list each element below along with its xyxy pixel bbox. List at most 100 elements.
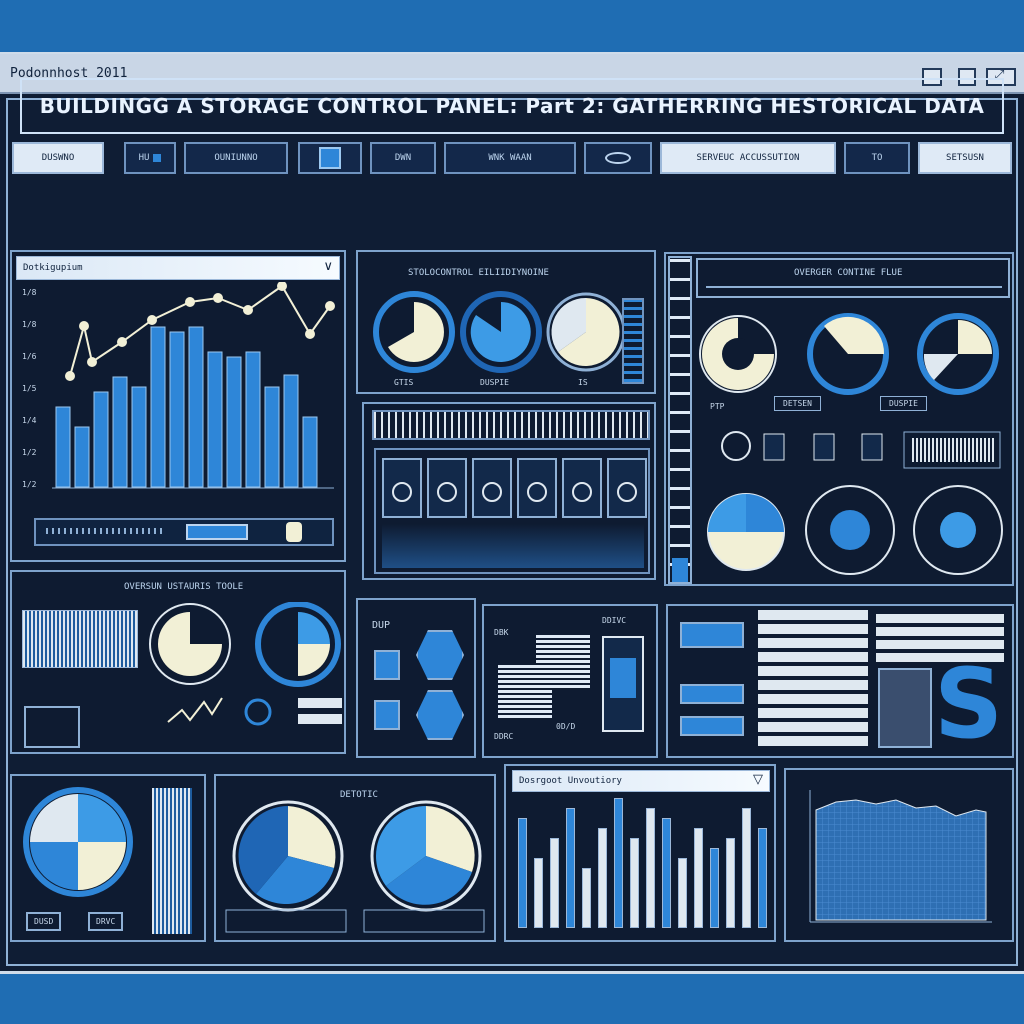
switch-box[interactable] bbox=[24, 706, 80, 748]
history-bar bbox=[169, 331, 185, 488]
toolbar-button-7[interactable] bbox=[584, 142, 652, 174]
toolbar-button-1[interactable]: DUSWNO bbox=[12, 142, 104, 174]
history-bar bbox=[226, 356, 242, 488]
disk-label-3: DDIVC bbox=[602, 616, 627, 625]
bar bbox=[598, 828, 607, 928]
hex-drive-icon[interactable] bbox=[416, 690, 464, 740]
right-top-header: OVERGER CONTINE FLUE bbox=[696, 258, 1010, 298]
bottom-bars-panel: Dosrgoot Unvoutiory ▽ bbox=[504, 764, 776, 942]
left-mid-title: OVERSUN USTAURIS TOOLE bbox=[124, 582, 244, 592]
page-title: BUILDINGG A STORAGE CONTROL PANEL: Part … bbox=[20, 78, 1004, 134]
pie-label-2: DUSPIE bbox=[480, 378, 509, 387]
area-chart-panel bbox=[784, 768, 1014, 942]
bar bbox=[662, 818, 671, 928]
toolbar-button-8[interactable]: SERVEUC ACCUSSUTION bbox=[660, 142, 836, 174]
bar bbox=[710, 848, 719, 928]
disk-label-4: DDRC bbox=[494, 732, 514, 741]
disk-icon bbox=[482, 482, 502, 502]
history-bar bbox=[55, 406, 71, 488]
disk-slot[interactable] bbox=[517, 458, 557, 518]
pie-label-3: IS bbox=[578, 378, 588, 387]
disk-label-5: 0D/D bbox=[556, 722, 576, 731]
history-point bbox=[243, 305, 253, 315]
robot-icon bbox=[878, 668, 932, 748]
history-panel: Dotkigupium ∨ 1/8 1/8 1/6 1/5 1/4 1/2 1/2 bbox=[10, 250, 346, 562]
left-mid-panel: OVERSUN USTAURIS TOOLE bbox=[10, 570, 346, 754]
toolbar-button-2[interactable]: HU bbox=[124, 142, 176, 174]
disk-array-panel bbox=[362, 402, 656, 580]
pies-top-panel: STOLOCONTROL EILIIDIYNOINE GTIS DUSPIE I… bbox=[356, 250, 656, 394]
disk-slot[interactable] bbox=[427, 458, 467, 518]
pies-top-chart bbox=[373, 291, 626, 373]
toolbar-button-4[interactable] bbox=[298, 142, 362, 174]
disk-slot[interactable] bbox=[607, 458, 647, 518]
bottom-label-1[interactable]: DUSD bbox=[26, 912, 62, 931]
bottom-bars-dropdown[interactable]: Dosrgoot Unvoutiory ▽ bbox=[512, 770, 770, 792]
history-bar bbox=[302, 416, 318, 488]
bar bbox=[614, 798, 623, 928]
history-bar bbox=[245, 351, 261, 488]
box-icon bbox=[536, 634, 590, 688]
divider bbox=[706, 286, 1002, 288]
hex-drive-icon[interactable] bbox=[416, 630, 464, 680]
bar bbox=[534, 858, 543, 928]
history-point bbox=[65, 371, 75, 381]
right-mid-panel: S bbox=[666, 604, 1014, 758]
right-top-panel: OVERGER CONTINE FLUE PTP DETSEN DUSPIE bbox=[664, 252, 1014, 586]
square-icon bbox=[153, 154, 162, 162]
disk-label-1: DUP bbox=[372, 620, 391, 631]
toolbar-button-5[interactable]: DWN bbox=[370, 142, 436, 174]
status-tab[interactable] bbox=[680, 622, 744, 648]
drive-icon[interactable] bbox=[374, 700, 400, 730]
toolbar-button-6[interactable]: WNK WAAN bbox=[444, 142, 576, 174]
waveform bbox=[382, 524, 644, 568]
disk-icon bbox=[527, 482, 547, 502]
disk-slot[interactable] bbox=[472, 458, 512, 518]
transport-bar bbox=[34, 518, 334, 546]
toolbar-button-9[interactable]: TO bbox=[844, 142, 910, 174]
history-point bbox=[87, 357, 97, 367]
history-bar bbox=[150, 326, 166, 488]
drive-icon[interactable] bbox=[374, 650, 400, 680]
scale-fill bbox=[672, 558, 688, 582]
eye-icon bbox=[605, 152, 631, 164]
disk-icons-panel: DUP bbox=[356, 598, 476, 758]
play-button[interactable] bbox=[186, 524, 248, 540]
disk-icon bbox=[437, 482, 457, 502]
history-bar bbox=[112, 376, 128, 488]
toolbar-button-10[interactable]: SETSUSN bbox=[918, 142, 1012, 174]
folder-icon bbox=[319, 147, 341, 169]
disk-label-2: DBK bbox=[494, 628, 509, 637]
area-chart bbox=[809, 790, 992, 923]
chevron-down-icon: ∨ bbox=[323, 259, 333, 274]
status-tab[interactable] bbox=[680, 684, 744, 704]
history-point bbox=[147, 315, 157, 325]
track-ticks bbox=[46, 528, 166, 534]
right-label-3: DUSPIE bbox=[880, 396, 927, 411]
disk-slot[interactable] bbox=[562, 458, 602, 518]
history-point bbox=[325, 301, 335, 311]
vertical-stripe-graph bbox=[152, 788, 192, 934]
bottom-label-2[interactable]: DRVC bbox=[88, 912, 124, 931]
bar bbox=[566, 808, 575, 928]
server-door bbox=[610, 658, 636, 698]
status-tab[interactable] bbox=[680, 716, 744, 736]
pie-label-1: GTIS bbox=[394, 378, 414, 387]
history-point bbox=[305, 329, 315, 339]
disk-slot[interactable] bbox=[382, 458, 422, 518]
bar bbox=[630, 838, 639, 928]
slider-handle[interactable] bbox=[266, 522, 326, 542]
bar bbox=[758, 828, 767, 928]
right-top-charts bbox=[699, 313, 1003, 575]
bar bbox=[678, 858, 687, 928]
history-bar bbox=[93, 391, 109, 488]
bar bbox=[518, 818, 527, 928]
s-logo: S bbox=[934, 648, 1004, 760]
bar bbox=[582, 868, 591, 928]
history-bar bbox=[131, 386, 147, 488]
history-bar bbox=[264, 386, 280, 488]
history-bar bbox=[207, 351, 223, 488]
toolbar-button-3[interactable]: OUNIUNNO bbox=[184, 142, 288, 174]
history-bar bbox=[188, 326, 204, 488]
history-dropdown[interactable]: Dotkigupium ∨ bbox=[16, 256, 340, 280]
